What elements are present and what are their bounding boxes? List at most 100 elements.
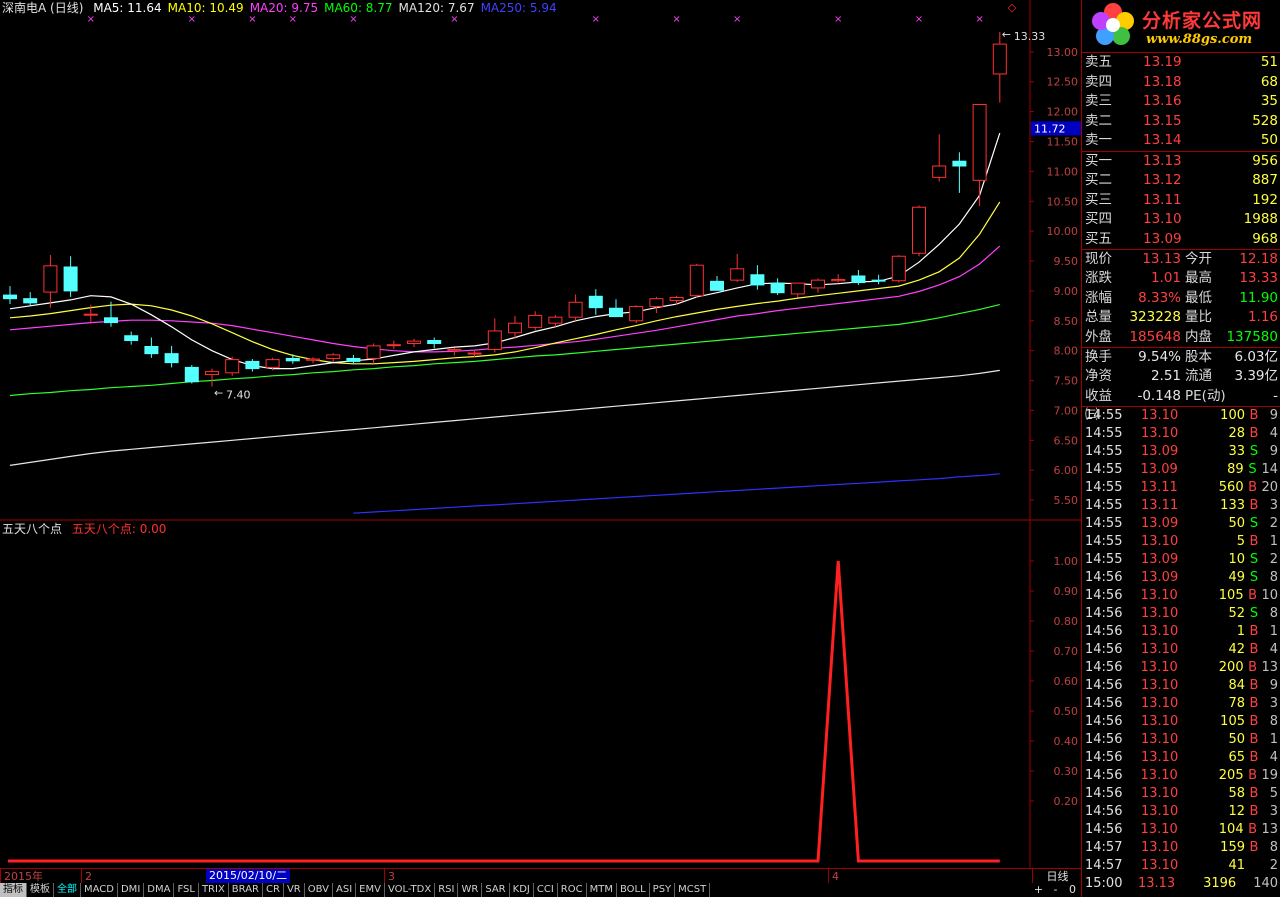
- candle[interactable]: [63, 256, 78, 297]
- reset-button[interactable]: 0: [1064, 883, 1081, 897]
- tab-psy[interactable]: PSY: [650, 883, 676, 897]
- quote-row[interactable]: 卖三 13.16 35: [1082, 92, 1280, 112]
- tab-sar[interactable]: SAR: [482, 883, 510, 897]
- tick-row[interactable]: 14:57 13.10 41 2: [1082, 857, 1280, 875]
- candle[interactable]: [790, 282, 805, 298]
- tick-row[interactable]: 14:56 13.10 105 B 10: [1082, 587, 1280, 605]
- candle[interactable]: [891, 255, 906, 283]
- tick-row[interactable]: 14:56 13.10 104 B 13: [1082, 821, 1280, 839]
- tab-vr[interactable]: VR: [284, 883, 305, 897]
- quote-row[interactable]: 买三 13.11 192: [1082, 191, 1280, 211]
- tick-row[interactable]: 14:56 13.10 12 B 3: [1082, 803, 1280, 821]
- candle[interactable]: [427, 337, 442, 349]
- tick-row[interactable]: 14:55 13.11 560 B 20: [1082, 479, 1280, 497]
- candle[interactable]: [184, 365, 199, 384]
- tick-row[interactable]: 14:56 13.10 205 B 19: [1082, 767, 1280, 785]
- tab-brar[interactable]: BRAR: [229, 883, 263, 897]
- quote-row[interactable]: 买一 13.13 956: [1082, 152, 1280, 172]
- quote-row[interactable]: 卖一 13.14 50: [1082, 131, 1280, 151]
- tab-vol-tdx[interactable]: VOL-TDX: [385, 883, 436, 897]
- period-label[interactable]: 日线: [1032, 869, 1082, 884]
- candle[interactable]: [629, 305, 644, 324]
- quote-row[interactable]: 买二 13.12 887: [1082, 171, 1280, 191]
- quote-row[interactable]: 卖二 13.15 528: [1082, 112, 1280, 132]
- tab-cci[interactable]: CCI: [534, 883, 558, 897]
- tab-roc[interactable]: ROC: [558, 883, 587, 897]
- candle[interactable]: [366, 343, 381, 364]
- candle[interactable]: [588, 289, 603, 315]
- tab-emv[interactable]: EMV: [356, 883, 385, 897]
- tab-mcst[interactable]: MCST: [675, 883, 711, 897]
- candle[interactable]: [689, 264, 704, 298]
- tab-cr[interactable]: CR: [263, 883, 284, 897]
- candle[interactable]: [508, 316, 522, 339]
- tab-boll[interactable]: BOLL: [617, 883, 650, 897]
- tick-row[interactable]: 14:56 13.10 84 B 9: [1082, 677, 1280, 695]
- tab-mtm[interactable]: MTM: [587, 883, 617, 897]
- candle[interactable]: [912, 205, 926, 257]
- tab-macd[interactable]: MACD: [81, 883, 118, 897]
- candle[interactable]: [770, 278, 785, 296]
- candle[interactable]: [831, 274, 846, 283]
- kline-chart[interactable]: 13.00 12.50 12.00 11.50 11.00 10.50 10.00 9.50 9…: [0, 0, 1081, 868]
- candle[interactable]: [750, 265, 765, 290]
- tick-row[interactable]: 14:55 13.09 89 S 14: [1082, 461, 1280, 479]
- candle[interactable]: [3, 286, 17, 305]
- tab-dma[interactable]: DMA: [144, 883, 175, 897]
- candle[interactable]: [407, 338, 421, 348]
- tick-row[interactable]: 14:56 13.10 58 B 5: [1082, 785, 1280, 803]
- candle[interactable]: [245, 359, 260, 372]
- tick-row[interactable]: 14:55 13.09 33 S 9: [1082, 443, 1280, 461]
- tab-obv[interactable]: OBV: [305, 883, 333, 897]
- tick-row[interactable]: 14:55 13.10 28 B 4: [1082, 425, 1280, 443]
- candle[interactable]: [851, 269, 866, 285]
- tab-全部[interactable]: 全部: [54, 883, 81, 897]
- candle[interactable]: [23, 292, 38, 306]
- candle[interactable]: [811, 278, 825, 293]
- tick-row[interactable]: 15:00 13.13 3196 140: [1082, 875, 1280, 893]
- zoom-out-button[interactable]: -: [1047, 883, 1064, 897]
- candle[interactable]: [952, 152, 967, 193]
- candle[interactable]: [609, 299, 623, 318]
- diamond-icon[interactable]: ◇: [1008, 1, 1017, 14]
- zoom-in-button[interactable]: +: [1030, 883, 1047, 897]
- tick-row[interactable]: 14:55 13.10 5 B 1: [1082, 533, 1280, 551]
- candle[interactable]: [730, 253, 745, 282]
- candle[interactable]: [124, 331, 139, 345]
- candle[interactable]: [205, 368, 219, 387]
- tick-row[interactable]: 14:56 13.10 105 B 8: [1082, 713, 1280, 731]
- tab-dmi[interactable]: DMI: [118, 883, 145, 897]
- candle[interactable]: [710, 275, 724, 291]
- candle[interactable]: [225, 356, 240, 376]
- tick-row[interactable]: 14:56 13.10 52 S 8: [1082, 605, 1280, 623]
- tick-row[interactable]: 14:55 13.09 50 S 2: [1082, 515, 1280, 533]
- tab-fsl[interactable]: FSL: [174, 883, 199, 897]
- tick-row[interactable]: 14:56 13.10 50 B 1: [1082, 731, 1280, 749]
- candle[interactable]: [326, 353, 341, 363]
- quote-row[interactable]: 买五 13.09 968: [1082, 230, 1280, 250]
- candle[interactable]: [144, 337, 159, 358]
- tab-asi[interactable]: ASI: [333, 883, 357, 897]
- tab-wr[interactable]: WR: [458, 883, 483, 897]
- quote-row[interactable]: 卖五 13.19 51: [1082, 53, 1280, 73]
- tick-row[interactable]: 14:56 13.10 42 B 4: [1082, 641, 1280, 659]
- tick-row[interactable]: 14:55 13.10 100 B 9: [1082, 407, 1280, 425]
- candle[interactable]: [649, 296, 664, 314]
- tick-row[interactable]: 14:55 13.09 10 S 2: [1082, 551, 1280, 569]
- tab-指标[interactable]: 指标: [0, 883, 27, 897]
- tab-模板[interactable]: 模板: [27, 883, 54, 897]
- tick-list[interactable]: 14:55 13.10 100 B 9 14:55 13.10 28 B 4 14:55 13.09 3…: [1082, 407, 1280, 893]
- candle[interactable]: [285, 354, 300, 364]
- tab-kdj[interactable]: KDJ: [510, 883, 534, 897]
- tab-rsi[interactable]: RSI: [435, 883, 459, 897]
- candle[interactable]: [487, 318, 502, 353]
- candle[interactable]: [164, 345, 179, 368]
- tab-trix[interactable]: TRIX: [199, 883, 229, 897]
- tick-row[interactable]: 14:55 13.11 133 B 3: [1082, 497, 1280, 515]
- candle[interactable]: [669, 295, 684, 305]
- tick-row[interactable]: 14:56 13.10 78 B 3: [1082, 695, 1280, 713]
- quote-row[interactable]: 卖四 13.18 68: [1082, 73, 1280, 93]
- candle[interactable]: [528, 311, 543, 331]
- candle[interactable]: [43, 255, 58, 308]
- tick-row[interactable]: 14:56 13.10 65 B 4: [1082, 749, 1280, 767]
